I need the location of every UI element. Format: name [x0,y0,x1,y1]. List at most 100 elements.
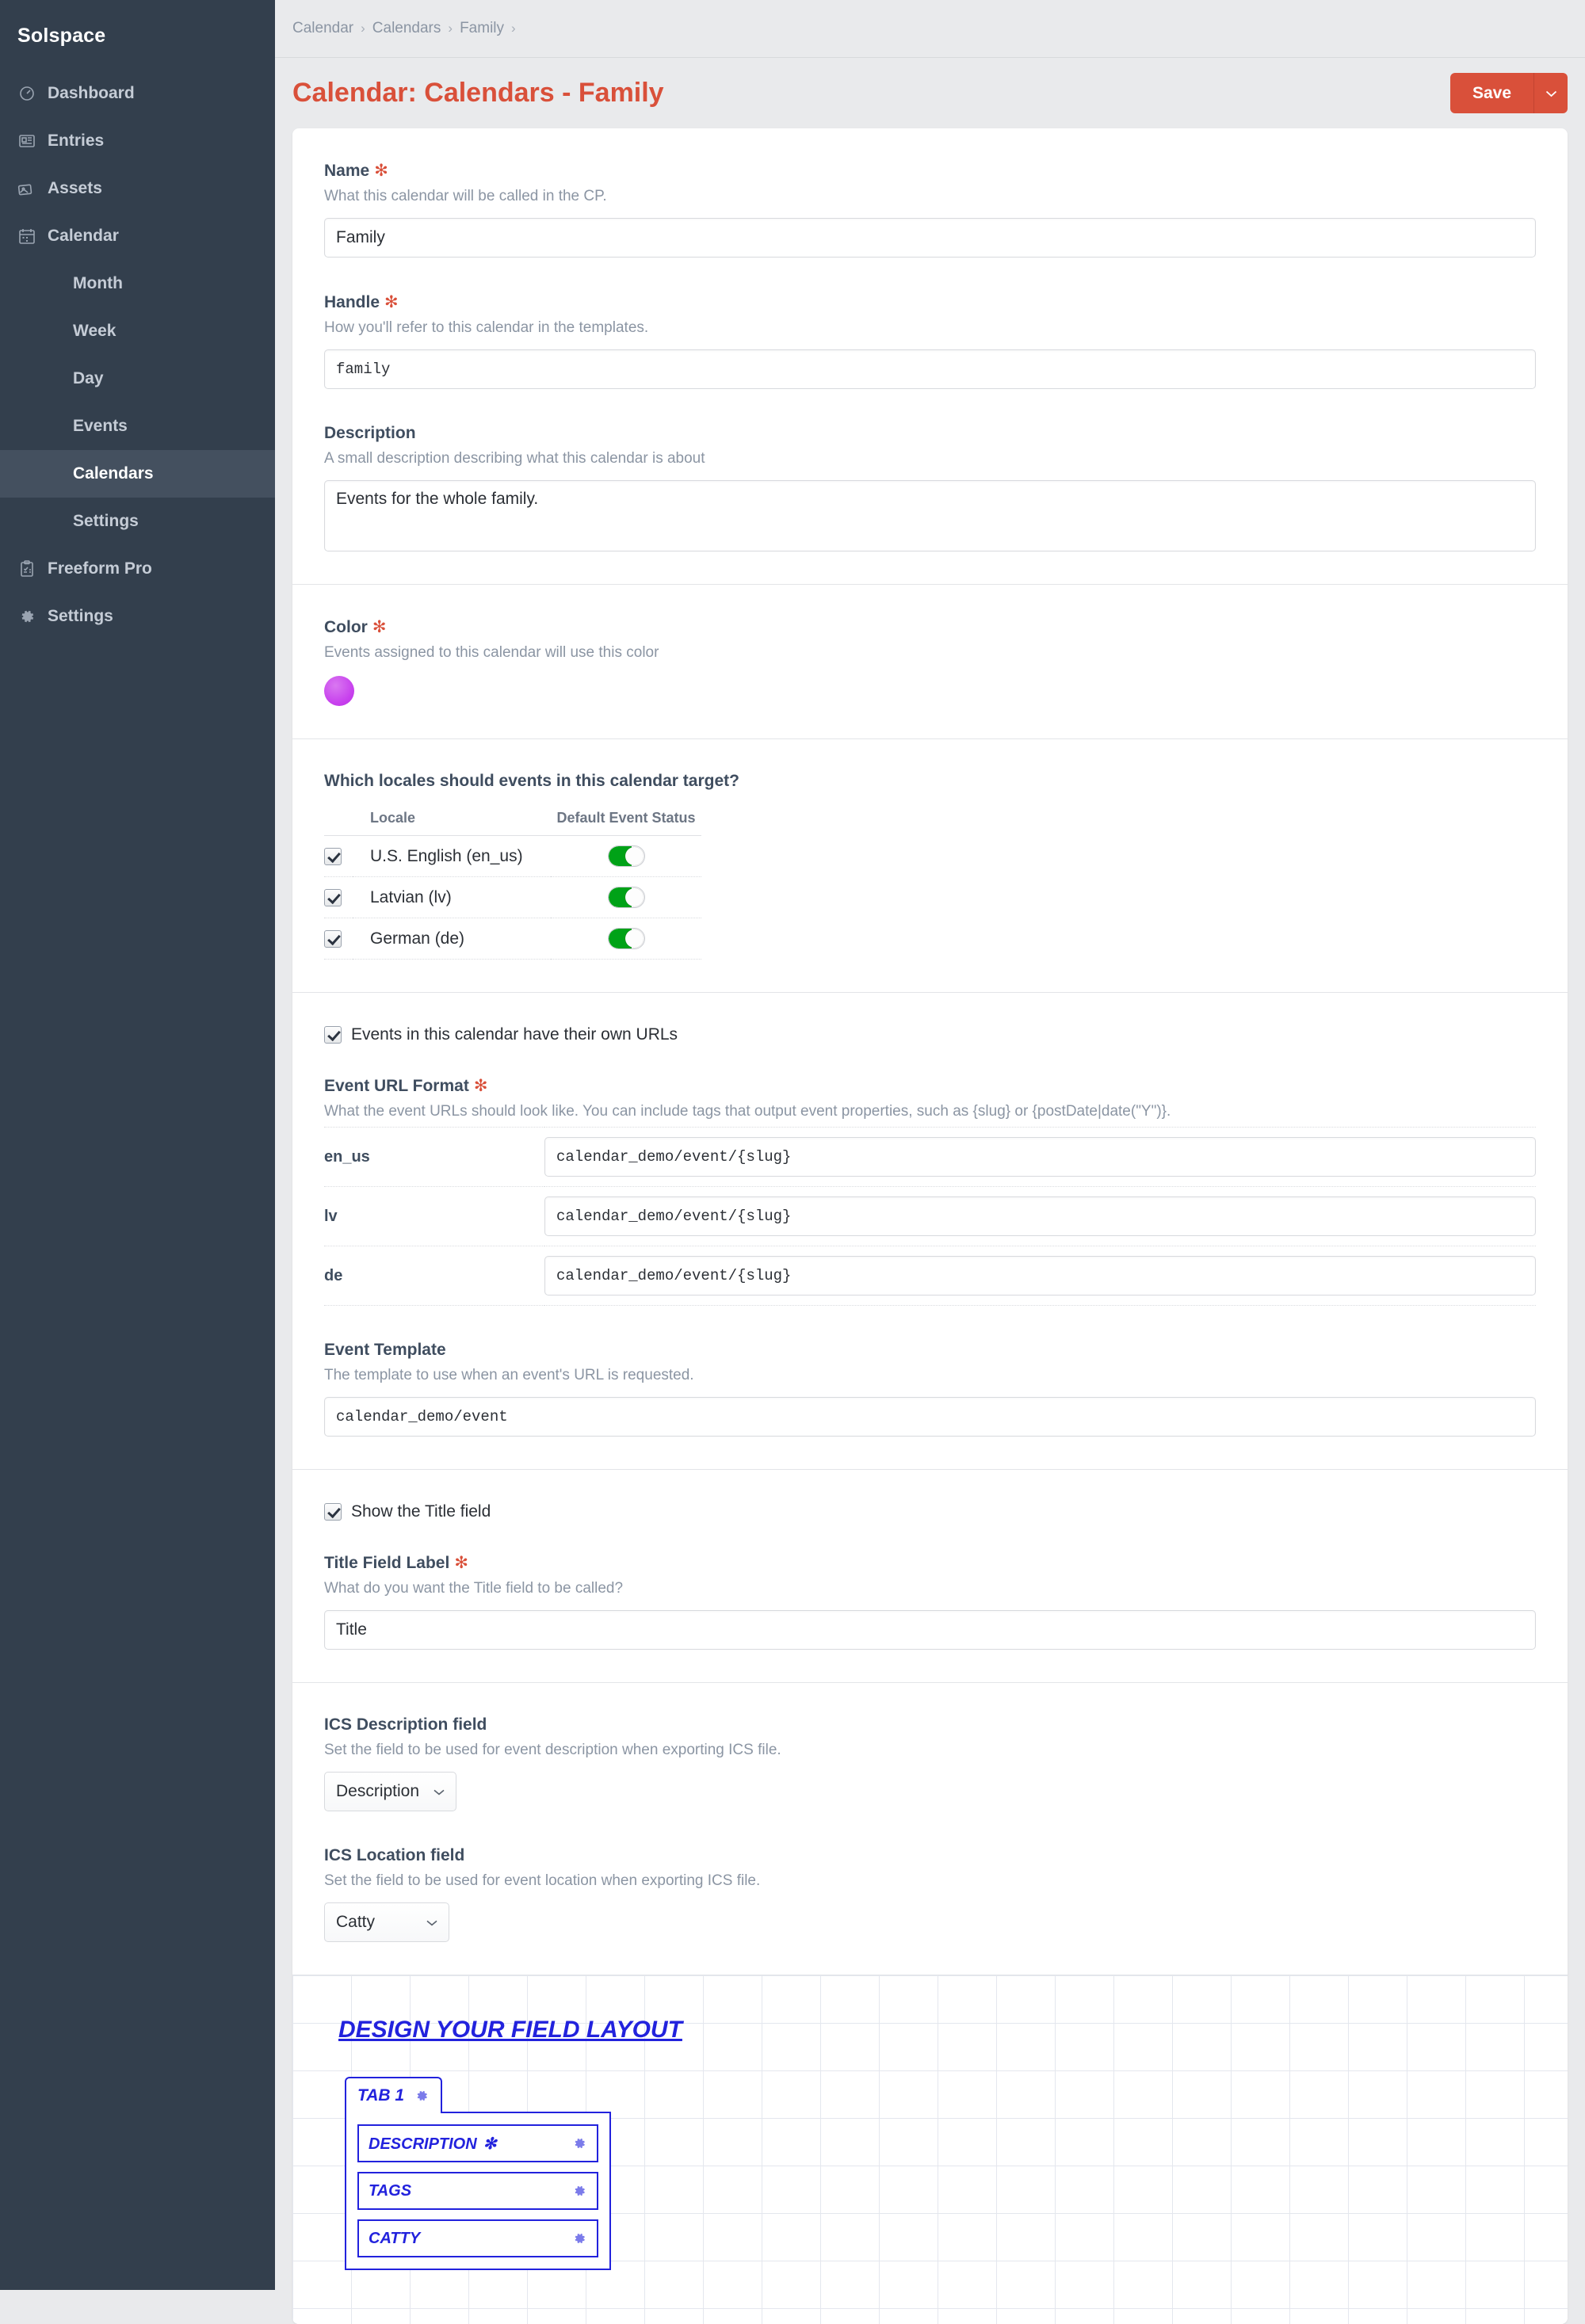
section-locales: Which locales should events in this cale… [292,739,1568,993]
handle-input[interactable] [324,349,1536,389]
name-label: Name [324,162,370,180]
locale-column-header: Locale [353,810,551,836]
event-url-input-en-us[interactable] [544,1137,1536,1177]
sidebar-item-month[interactable]: Month [0,260,275,307]
ics-description-select[interactable]: Description [324,1772,457,1811]
event-url-input-lv[interactable] [544,1196,1536,1236]
sidebar-item-calendar[interactable]: Calendar [0,212,275,260]
sidebar-item-label: Freeform Pro [48,559,152,578]
title-field-instructions: What do you want the Title field to be c… [324,1580,624,1597]
locale-name: German (de) [353,918,551,960]
sidebar-item-freeform-pro[interactable]: Freeform Pro [0,545,275,593]
field-layout-tab-1[interactable]: TAB 1 [345,2077,443,2113]
locale-checkbox[interactable] [324,847,342,865]
field-ics-description: ICS Description field Set the field to b… [324,1715,1536,1811]
sidebar-item-week[interactable]: Week [0,307,275,355]
ics-location-select[interactable]: Catty [324,1902,449,1942]
field-ics-location: ICS Location field Set the field to be u… [324,1846,1536,1942]
locale-checkbox-cell [324,876,353,918]
layout-field-description[interactable]: DESCRIPTION ✻ [357,2124,598,2162]
sidebar-item-day[interactable]: Day [0,355,275,403]
sidebar-item-label: Settings [48,607,113,625]
own-urls-row[interactable]: Events in this calendar have their own U… [324,1025,1536,1044]
table-row: U.S. English (en_us) [324,835,701,877]
description-textarea[interactable]: Events for the whole family. [324,480,1536,551]
breadcrumb-item-calendar[interactable]: Calendar [292,20,353,37]
default-event-status-toggle[interactable] [607,887,645,908]
color-swatch[interactable] [324,676,354,706]
locale-status-cell [551,835,701,877]
description-label: Description [324,424,416,442]
dashboard-icon [17,84,48,103]
section-event-urls: Events in this calendar have their own U… [292,993,1568,1470]
required-asterisk: ✻ [483,2135,497,2153]
show-title-label: Show the Title field [351,1502,491,1521]
field-layout-tab-label: TAB 1 [357,2086,405,2105]
page-title: Calendar: Calendars - Family [292,78,664,108]
show-title-checkbox[interactable] [324,1503,342,1521]
main-content: Calendar › Calendars › Family › Calendar… [275,0,1585,2324]
section-title-field: Show the Title field Title Field Label ✻ … [292,1470,1568,1683]
sidebar-item-label: Calendar [48,227,119,245]
locale-checkbox[interactable] [324,929,342,948]
event-template-input[interactable] [324,1397,1536,1437]
table-row: German (de) [324,918,701,960]
sidebar: Solspace Dashboard Entries Assets Calend… [0,0,275,2290]
own-urls-label: Events in this calendar have their own U… [351,1025,678,1044]
description-instructions: A small description describing what this… [324,450,705,467]
sidebar-item-settings[interactable]: Settings [0,593,275,640]
event-url-input-de[interactable] [544,1256,1536,1296]
primary-nav: Dashboard Entries Assets Calendar Month … [0,70,275,640]
event-url-format-instructions: What the event URLs should look like. Yo… [324,1103,1171,1120]
ics-description-value: Description [336,1782,420,1800]
locale-url-cell [544,1246,1536,1306]
sidebar-item-assets[interactable]: Assets [0,165,275,212]
breadcrumb-item-calendars[interactable]: Calendars [372,20,441,37]
sidebar-item-entries[interactable]: Entries [0,117,275,165]
breadcrumb-separator: › [448,21,453,36]
title-field-label-input[interactable] [324,1610,1536,1650]
field-event-template: Event Template The template to use when … [324,1341,1536,1437]
save-button-group: Save [1449,73,1568,113]
gear-icon[interactable] [571,2231,587,2246]
sidebar-item-events[interactable]: Events [0,403,275,450]
gear-icon[interactable] [571,2183,587,2199]
chevron-down-icon [426,1916,437,1929]
gear-icon[interactable] [414,2088,430,2104]
ics-description-instructions: Set the field to be used for event descr… [324,1742,781,1758]
sidebar-subitem-label: Calendars [73,464,154,483]
required-asterisk: ✻ [372,618,387,636]
name-input[interactable] [324,218,1536,258]
required-asterisk: ✻ [384,293,399,311]
event-url-format-table: en_us lv de [324,1127,1536,1306]
gear-icon[interactable] [571,2135,587,2151]
title-field-label: Title Field Label [324,1554,450,1572]
layout-field-label: DESCRIPTION ✻ [369,2134,496,2154]
default-event-status-toggle[interactable] [607,928,645,949]
field-name: Name ✻ What this calendar will be called … [324,161,1536,258]
sidebar-item-dashboard[interactable]: Dashboard [0,70,275,117]
clipboard-icon [17,559,48,578]
default-event-status-toggle[interactable] [607,845,645,867]
locale-checkbox-cell [324,918,353,960]
breadcrumb-item-family[interactable]: Family [460,20,504,37]
sidebar-item-label: Assets [48,179,102,197]
ics-location-label: ICS Location field [324,1846,465,1864]
name-instructions: What this calendar will be called in the… [324,188,607,204]
sidebar-item-calendar-settings[interactable]: Settings [0,498,275,545]
layout-field-tags[interactable]: TAGS [357,2172,598,2210]
locale-url-cell [544,1128,1536,1187]
save-menu-button[interactable] [1533,73,1568,113]
sidebar-subitem-label: Month [73,274,123,292]
save-button[interactable]: Save [1449,73,1533,113]
locale-status-cell [551,918,701,960]
sidebar-item-calendars[interactable]: Calendars [0,450,275,498]
show-title-row[interactable]: Show the Title field [324,1502,1536,1521]
locales-table: Locale Default Event Status U.S. English… [324,810,701,960]
layout-field-name: TAGS [369,2181,412,2200]
locale-check-header [324,810,353,836]
own-urls-checkbox[interactable] [324,1026,342,1044]
field-color: Color ✻ Events assigned to this calendar … [324,617,1536,706]
layout-field-catty[interactable]: CATTY [357,2219,598,2257]
locale-checkbox[interactable] [324,888,342,906]
